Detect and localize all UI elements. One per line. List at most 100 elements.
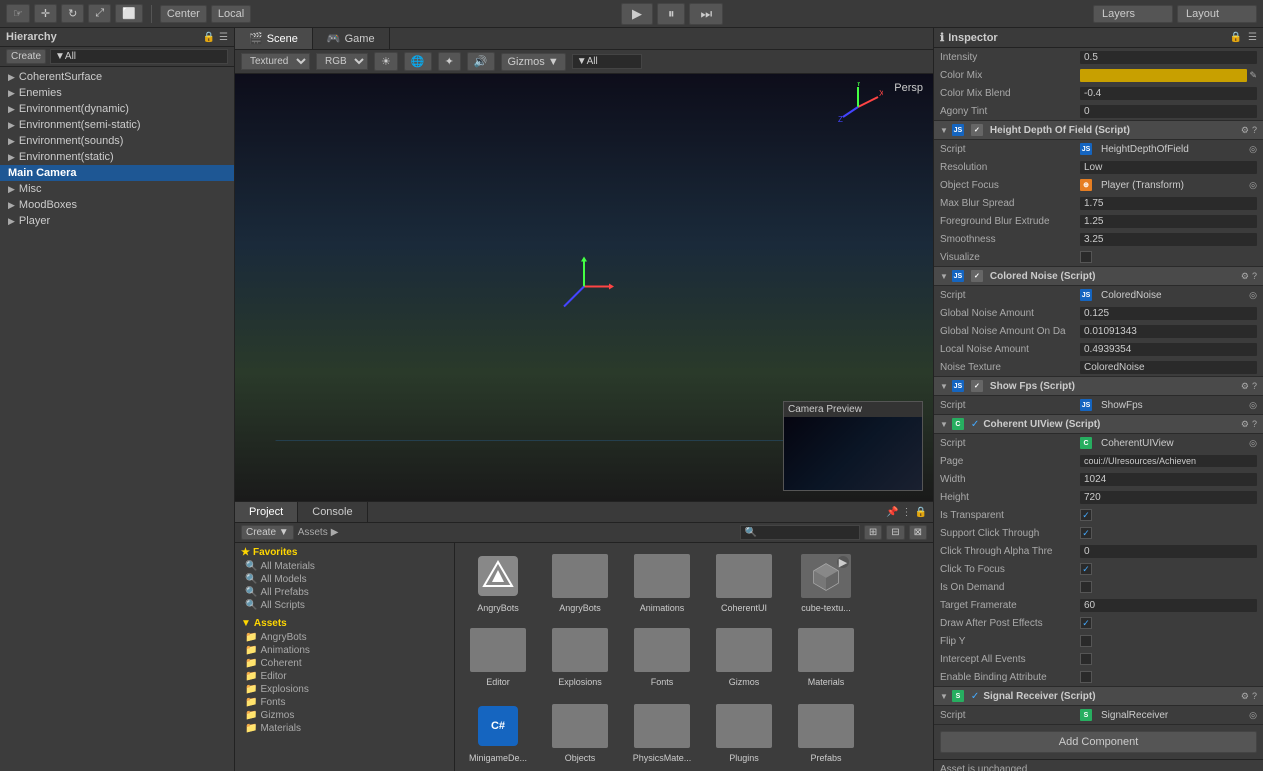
play-btn[interactable]: ▶ — [621, 3, 653, 25]
sr-target-btn[interactable]: ◎ — [1249, 710, 1257, 721]
hierarchy-item-env-sounds[interactable]: ▶ Environment(sounds) — [0, 133, 234, 149]
folder-physics[interactable]: PhysicsMate... — [623, 697, 701, 767]
folder-objects[interactable]: Objects — [541, 697, 619, 767]
fav-all-scripts[interactable]: 🔍 All Scripts — [237, 599, 452, 612]
hierarchy-item-main-camera[interactable]: Main Camera — [0, 165, 234, 181]
filter-btn[interactable]: ⊞ — [864, 525, 882, 540]
folder-editor[interactable]: Editor — [459, 621, 537, 691]
tree-item-editor[interactable]: 📁 Editor — [237, 670, 452, 683]
coherent-header[interactable]: ▼ C ✓ Coherent UIView (Script) ⚙ ? — [934, 415, 1263, 434]
rotate-tool-btn[interactable]: ↻ — [61, 4, 84, 23]
hdof-script-value[interactable]: HeightDepthOfField — [1097, 143, 1249, 156]
cui-transparent-checkbox[interactable] — [1080, 509, 1092, 521]
component-help-btn[interactable]: ? — [1252, 271, 1257, 282]
scale-tool-btn[interactable]: ⤢ — [88, 4, 111, 23]
component-help-btn[interactable]: ? — [1252, 125, 1257, 136]
cui-on-demand-checkbox[interactable] — [1080, 581, 1092, 593]
cn-local-amount-value[interactable]: 0.4939354 — [1080, 343, 1257, 356]
intensity-value[interactable]: 0.5 — [1080, 51, 1257, 64]
folder-gizmos[interactable]: Gizmos — [705, 621, 783, 691]
channel-select[interactable]: RGB — [316, 53, 368, 70]
fav-all-prefabs[interactable]: 🔍 All Prefabs — [237, 586, 452, 599]
project-create-btn[interactable]: Create ▼ — [241, 525, 294, 540]
hierarchy-search-input[interactable] — [50, 49, 228, 64]
project-search-input[interactable] — [740, 525, 860, 540]
tree-item-explosions[interactable]: 📁 Explosions — [237, 683, 452, 696]
gizmos-btn[interactable]: Gizmos ▼ — [501, 53, 566, 71]
component-settings-btn[interactable]: ⚙ — [1241, 381, 1249, 392]
rect-tool-btn[interactable]: ⬜ — [115, 4, 143, 23]
cui-height-value[interactable]: 720 — [1080, 491, 1257, 504]
cn-script-target-btn[interactable]: ◎ — [1249, 290, 1257, 301]
cui-click-alpha-value[interactable]: 0 — [1080, 545, 1257, 558]
add-component-btn[interactable]: Add Component — [940, 731, 1257, 753]
component-help-btn[interactable]: ? — [1252, 691, 1257, 702]
component-enabled-check[interactable]: ✓ — [971, 419, 979, 430]
hdof-resolution-value[interactable]: Low — [1080, 161, 1257, 174]
folder-explosions[interactable]: Explosions — [541, 621, 619, 691]
tree-item-materials[interactable]: 📁 Materials — [237, 722, 452, 735]
size-btn[interactable]: ⊠ — [909, 525, 927, 540]
signal-receiver-header[interactable]: ▼ S ✓ Signal Receiver (Script) ⚙ ? — [934, 687, 1263, 706]
folder-minigame[interactable]: C# MinigameDe... — [459, 697, 537, 767]
folder-plugins[interactable]: Plugins — [705, 697, 783, 767]
sfps-script-value[interactable]: ShowFps — [1097, 399, 1249, 412]
height-dof-header[interactable]: ▼ JS ✓ Height Depth Of Field (Script) ⚙ … — [934, 121, 1263, 140]
tree-item-coherent[interactable]: 📁 Coherent — [237, 657, 452, 670]
folder-cube-texture[interactable]: ▶ cube-textu... — [787, 547, 865, 617]
tab-project[interactable]: Project — [235, 502, 298, 522]
cui-script-value[interactable]: CoherentUIView — [1097, 437, 1249, 450]
step-btn[interactable]: ⏭ — [689, 3, 723, 25]
hdof-max-blur-value[interactable]: 1.75 — [1080, 197, 1257, 210]
cn-script-value[interactable]: ColoredNoise — [1097, 289, 1249, 302]
pause-btn[interactable]: ⏸ — [657, 3, 686, 25]
skybox-btn[interactable]: 🌐 — [404, 52, 432, 71]
audio-btn[interactable]: 🔊 — [467, 52, 495, 71]
component-settings-btn[interactable]: ⚙ — [1241, 419, 1249, 430]
agony-tint-value[interactable]: 0 — [1080, 105, 1257, 118]
component-settings-btn[interactable]: ⚙ — [1241, 691, 1249, 702]
folder-fonts[interactable]: Fonts — [623, 621, 701, 691]
hdof-script-target-btn[interactable]: ◎ — [1249, 144, 1257, 155]
tab-game[interactable]: 🎮 Game — [313, 28, 390, 49]
fav-all-models[interactable]: 🔍 All Models — [237, 573, 452, 586]
cui-intercept-checkbox[interactable] — [1080, 653, 1092, 665]
hierarchy-item-misc[interactable]: ▶ Misc — [0, 181, 234, 197]
fav-all-materials[interactable]: 🔍 All Materials — [237, 560, 452, 573]
cui-binding-checkbox[interactable] — [1080, 671, 1092, 683]
component-settings-btn[interactable]: ⚙ — [1241, 271, 1249, 282]
sr-script-value[interactable]: SignalReceiver — [1097, 709, 1249, 722]
folder-angrybots[interactable]: AngryBots — [541, 547, 619, 617]
folder-animations[interactable]: Animations — [623, 547, 701, 617]
cui-draw-after-checkbox[interactable] — [1080, 617, 1092, 629]
shading-mode-select[interactable]: Textured — [241, 53, 310, 70]
hand-tool-btn[interactable]: ☞ — [6, 4, 30, 23]
cn-global-on-da-value[interactable]: 0.01091343 — [1080, 325, 1257, 338]
cn-noise-tex-value[interactable]: ColoredNoise — [1080, 361, 1257, 374]
tree-item-fonts[interactable]: 📁 Fonts — [237, 696, 452, 709]
hierarchy-item-enemies[interactable]: ▶ Enemies — [0, 85, 234, 101]
center-btn[interactable]: Center — [160, 5, 207, 23]
layers-dropdown[interactable]: Layers — [1093, 5, 1173, 23]
hdof-smoothness-value[interactable]: 3.25 — [1080, 233, 1257, 246]
cui-page-value[interactable]: coui://UIresources/Achieven — [1080, 455, 1257, 467]
view-btn[interactable]: ⊟ — [886, 525, 904, 540]
scene-search-input[interactable] — [572, 54, 642, 69]
cui-target-fps-value[interactable]: 60 — [1080, 599, 1257, 612]
fx-btn[interactable]: ✦ — [438, 52, 461, 71]
layout-dropdown[interactable]: Layout — [1177, 5, 1257, 23]
hierarchy-item-moodboxes[interactable]: ▶ MoodBoxes — [0, 197, 234, 213]
inspector-menu-btn[interactable]: ☰ — [1248, 32, 1257, 43]
show-fps-header[interactable]: ▼ JS ✓ Show Fps (Script) ⚙ ? — [934, 377, 1263, 396]
favorites-header[interactable]: ★ Favorites — [237, 545, 452, 560]
hierarchy-item-env-dynamic[interactable]: ▶ Environment(dynamic) — [0, 101, 234, 117]
move-tool-btn[interactable]: ✛ — [34, 4, 57, 23]
folder-prefabs[interactable]: Prefabs — [787, 697, 865, 767]
folder-angrybots-unity[interactable]: AngryBots — [459, 547, 537, 617]
colored-noise-header[interactable]: ▼ JS ✓ Colored Noise (Script) ⚙ ? — [934, 267, 1263, 286]
cui-width-value[interactable]: 1024 — [1080, 473, 1257, 486]
cui-click-through-checkbox[interactable] — [1080, 527, 1092, 539]
hierarchy-create-btn[interactable]: Create — [6, 49, 46, 64]
color-mix-edit-btn[interactable]: ✎ — [1249, 70, 1257, 81]
cui-target-btn[interactable]: ◎ — [1249, 438, 1257, 449]
